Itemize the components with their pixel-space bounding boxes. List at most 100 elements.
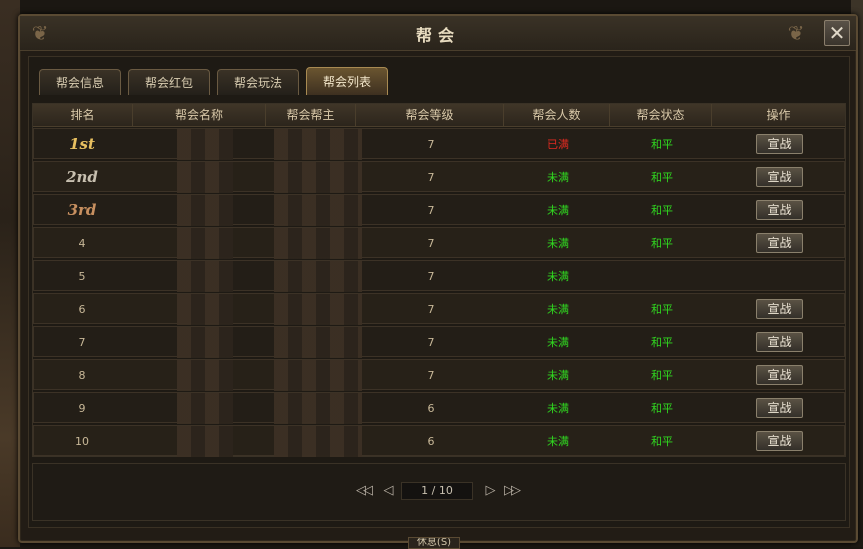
guild-name-blurred <box>177 327 233 358</box>
table-row: 4 7 未满 和平 宣战 <box>33 227 845 259</box>
guild-name-blurred <box>177 129 233 160</box>
table-row: 1st 7 已满 和平 宣战 <box>33 128 845 160</box>
status-cell: 和平 <box>651 336 673 349</box>
rank-cell: 2nd <box>66 168 98 186</box>
first-page-button[interactable]: ◁◁ <box>353 482 373 500</box>
guild-name-blurred <box>177 195 233 226</box>
table-header: 排名 帮会名称 帮会帮主 帮会等级 帮会人数 帮会状态 操作 <box>33 104 845 127</box>
header-guild-status: 帮会状态 <box>610 104 712 126</box>
level-cell: 6 <box>427 402 435 415</box>
guild-leader-blurred <box>274 162 362 193</box>
guild-panel: 帮会信息 帮会红包 帮会玩法 帮会列表 排名 帮会名称 帮会帮主 帮会等级 帮会… <box>28 56 850 528</box>
pagination: ◁◁ ◁ 1 / 10 ▷ ▷▷ <box>32 463 846 521</box>
guild-leader-blurred <box>274 327 362 358</box>
declare-war-button[interactable]: 宣战 <box>756 134 803 154</box>
declare-war-button[interactable]: 宣战 <box>756 332 803 352</box>
rank-cell: 4 <box>78 237 86 250</box>
guild-name-blurred <box>177 228 233 259</box>
first-page-icon: ◁◁ <box>356 483 373 498</box>
level-cell: 7 <box>427 204 435 217</box>
table-row: 3rd 7 未满 和平 宣战 <box>33 194 845 226</box>
guild-leader-blurred <box>274 261 362 292</box>
level-cell: 7 <box>427 336 435 349</box>
guild-leader-blurred <box>274 426 362 457</box>
level-cell: 7 <box>427 138 435 151</box>
guild-leader-blurred <box>274 195 362 226</box>
members-cell: 未满 <box>547 336 569 349</box>
header-guild-level: 帮会等级 <box>356 104 504 126</box>
guild-name-blurred <box>177 294 233 325</box>
close-icon: ✕ <box>828 21 846 45</box>
guild-name-blurred <box>177 261 233 292</box>
rank-cell: 10 <box>75 435 89 448</box>
last-page-button[interactable]: ▷▷ <box>501 482 521 500</box>
level-cell: 7 <box>427 369 435 382</box>
header-rank: 排名 <box>33 104 133 126</box>
next-page-icon: ▷ <box>485 483 496 498</box>
table-row: 8 7 未满 和平 宣战 <box>33 359 845 391</box>
table-row: 5 7 未满 <box>33 260 845 292</box>
declare-war-button[interactable]: 宣战 <box>756 365 803 385</box>
declare-war-button[interactable]: 宣战 <box>756 299 803 319</box>
guild-name-blurred <box>177 162 233 193</box>
members-cell: 未满 <box>547 171 569 184</box>
level-cell: 7 <box>427 303 435 316</box>
declare-war-button[interactable]: 宣战 <box>756 233 803 253</box>
status-cell: 和平 <box>651 303 673 316</box>
table-row: 2nd 7 未满 和平 宣战 <box>33 161 845 193</box>
guild-name-blurred <box>177 360 233 391</box>
declare-war-button[interactable]: 宣战 <box>756 200 803 220</box>
rank-cell: 7 <box>78 336 86 349</box>
declare-war-button[interactable]: 宣战 <box>756 398 803 418</box>
next-page-button[interactable]: ▷ <box>479 482 499 500</box>
close-button[interactable]: ✕ <box>824 20 850 46</box>
rank-cell: 5 <box>78 270 86 283</box>
members-cell: 未满 <box>547 435 569 448</box>
tab-guild-info[interactable]: 帮会信息 <box>39 69 121 95</box>
level-cell: 7 <box>427 171 435 184</box>
header-guild-leader: 帮会帮主 <box>266 104 356 126</box>
rank-cell: 9 <box>78 402 86 415</box>
title-bar[interactable]: ❦ 帮会 ❦ ✕ <box>20 16 856 51</box>
tab-guild-gameplay[interactable]: 帮会玩法 <box>217 69 299 95</box>
prev-page-icon: ◁ <box>383 483 394 498</box>
members-cell: 未满 <box>547 237 569 250</box>
game-background-left <box>0 0 20 547</box>
header-guild-members: 帮会人数 <box>504 104 610 126</box>
members-cell: 未满 <box>547 303 569 316</box>
page-indicator: 1 / 10 <box>401 482 473 500</box>
status-cell: 和平 <box>651 171 673 184</box>
rank-cell: 6 <box>78 303 86 316</box>
table-row: 6 7 未满 和平 宣战 <box>33 293 845 325</box>
declare-war-button[interactable]: 宣战 <box>756 431 803 451</box>
ornament-icon: ❦ <box>787 21 805 45</box>
rest-button[interactable]: 休息(S) <box>408 537 460 549</box>
table-row: 7 7 未满 和平 宣战 <box>33 326 845 358</box>
guild-name-blurred <box>177 393 233 424</box>
guild-leader-blurred <box>274 129 362 160</box>
guild-leader-blurred <box>274 228 362 259</box>
header-guild-name: 帮会名称 <box>133 104 266 126</box>
members-cell: 未满 <box>547 204 569 217</box>
guild-leader-blurred <box>274 393 362 424</box>
guild-window: ❦ 帮会 ❦ ✕ 帮会信息 帮会红包 帮会玩法 帮会列表 排名 帮会名称 帮会帮… <box>18 14 858 543</box>
level-cell: 6 <box>427 435 435 448</box>
level-cell: 7 <box>427 270 435 283</box>
window-title: 帮会 <box>415 26 460 45</box>
status-cell: 和平 <box>651 402 673 415</box>
status-cell: 和平 <box>651 369 673 382</box>
declare-war-button[interactable]: 宣战 <box>756 167 803 187</box>
last-page-icon: ▷▷ <box>504 483 521 498</box>
table-row: 10 6 未满 和平 宣战 <box>33 425 845 457</box>
members-cell: 未满 <box>547 402 569 415</box>
status-cell: 和平 <box>651 138 673 151</box>
guild-name-blurred <box>177 426 233 457</box>
tab-guild-list[interactable]: 帮会列表 <box>306 67 388 95</box>
members-cell: 未满 <box>547 369 569 382</box>
tab-guild-red-packet[interactable]: 帮会红包 <box>128 69 210 95</box>
prev-page-button[interactable]: ◁ <box>377 482 397 500</box>
rank-cell: 3rd <box>67 201 97 219</box>
members-cell: 已满 <box>547 138 569 151</box>
guild-leader-blurred <box>274 360 362 391</box>
header-action: 操作 <box>766 108 791 122</box>
